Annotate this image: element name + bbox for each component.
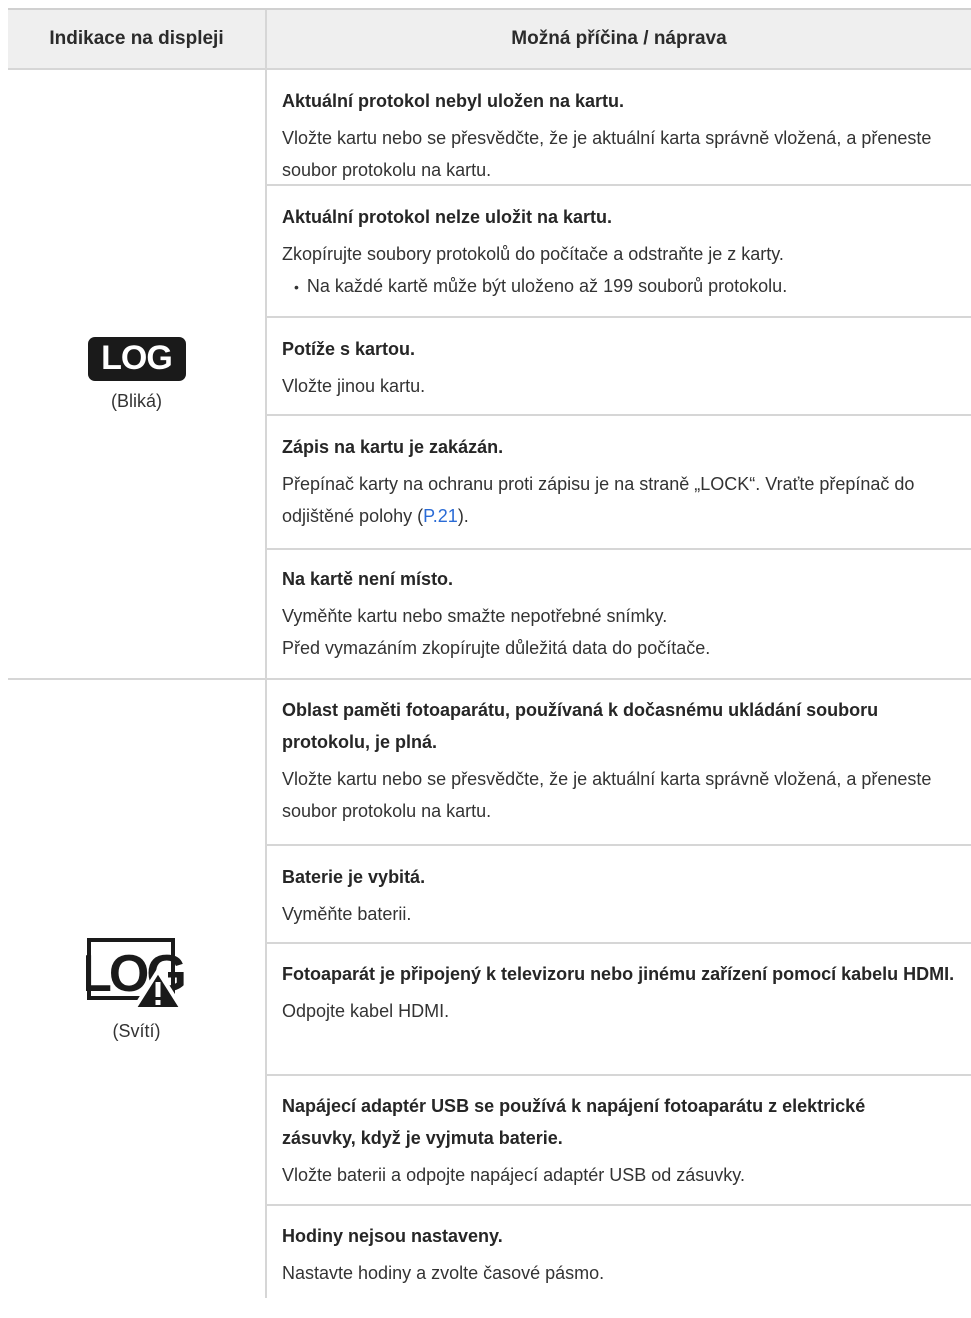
cause-item: Napájecí adaptér USB se používá k napáje…: [267, 1074, 971, 1204]
cause-item: Na kartě není místo. Vyměňte kartu nebo …: [267, 548, 971, 678]
cause-remedy: Vložte kartu nebo se přesvědčte, že je a…: [282, 128, 932, 180]
cause-item: Aktuální protokol nelze uložit na kartu.…: [267, 184, 971, 316]
header-indicator: Indikace na displeji: [8, 10, 267, 68]
cause-title: Fotoaparát je připojený k televizoru neb…: [282, 964, 955, 984]
cause-remedy: Vyměňte baterii.: [282, 904, 412, 924]
cause-title: Na kartě není místo.: [282, 569, 454, 589]
troubleshooting-table: Indikace na displeji Možná příčina / náp…: [8, 8, 971, 1298]
table-header: Indikace na displeji Možná příčina / náp…: [8, 8, 971, 70]
indicator-status: (Svítí): [112, 1020, 161, 1041]
cause-remedy: Zkopírujte soubory protokolů do počítače…: [282, 244, 784, 264]
causes-cell: Oblast paměti fotoaparátu, používaná k d…: [267, 680, 971, 1298]
cause-item: Potíže s kartou. Vložte jinou kartu.: [267, 316, 971, 414]
cause-title: Potíže s kartou.: [282, 339, 416, 359]
cause-remedy: Vložte jinou kartu.: [282, 376, 426, 396]
log-badge-icon: LOG: [87, 336, 186, 381]
cause-item: Aktuální protokol nebyl uložen na kartu.…: [267, 70, 971, 184]
cause-remedy: Vložte kartu nebo se přesvědčte, že je a…: [282, 769, 932, 821]
cause-remedy: Odpojte kabel HDMI.: [282, 1001, 450, 1021]
table-row-group: LOG (Bliká) Aktuální protokol nebyl ulož…: [8, 70, 971, 680]
indicator-cell: LOG (Svítí): [8, 680, 267, 1298]
cause-title: Hodiny nejsou nastaveny.: [282, 1226, 503, 1246]
cause-remedy: Vložte baterii a odpojte napájecí adapté…: [282, 1165, 745, 1185]
indicator-cell: LOG (Bliká): [8, 70, 267, 678]
cause-title: Zápis na kartu je zakázán.: [282, 437, 504, 457]
cause-item: Oblast paměti fotoaparátu, používaná k d…: [267, 680, 971, 844]
log-warning-icon: LOG: [86, 937, 187, 1011]
header-cause: Možná příčina / náprava: [511, 28, 727, 49]
causes-cell: Aktuální protokol nebyl uložen na kartu.…: [267, 70, 971, 678]
cause-item: Zápis na kartu je zakázán. Přepínač kart…: [267, 414, 971, 548]
cause-item: Baterie je vybitá. Vyměňte baterii.: [267, 844, 971, 942]
cause-title: Baterie je vybitá.: [282, 867, 426, 887]
table-row-group: LOG (Svítí) Oblast paměti fotoaparátu, p…: [8, 680, 971, 1298]
cause-remedy-2: Před vymazáním zkopírujte důležitá data …: [282, 638, 711, 658]
cause-title: Aktuální protokol nebyl uložen na kartu.: [282, 91, 625, 111]
cause-title: Napájecí adaptér USB se používá k napáje…: [282, 1096, 866, 1148]
cause-remedy: Vyměňte kartu nebo smažte nepotřebné sní…: [282, 606, 668, 626]
cause-title: Aktuální protokol nelze uložit na kartu.: [282, 207, 613, 227]
cause-title: Oblast paměti fotoaparátu, používaná k d…: [282, 700, 879, 752]
indicator-status: (Bliká): [110, 390, 162, 411]
cause-remedy: Nastavte hodiny a zvolte časové pásmo.: [282, 1263, 605, 1283]
page-link[interactable]: P.21: [423, 506, 458, 526]
cause-item: Fotoaparát je připojený k televizoru neb…: [267, 942, 971, 1074]
cause-bullet: Na každé kartě může být uloženo až 199 s…: [282, 270, 961, 303]
cause-remedy: Přepínač karty na ochranu proti zápisu j…: [282, 474, 915, 526]
cause-item: Hodiny nejsou nastaveny. Nastavte hodiny…: [267, 1204, 971, 1298]
